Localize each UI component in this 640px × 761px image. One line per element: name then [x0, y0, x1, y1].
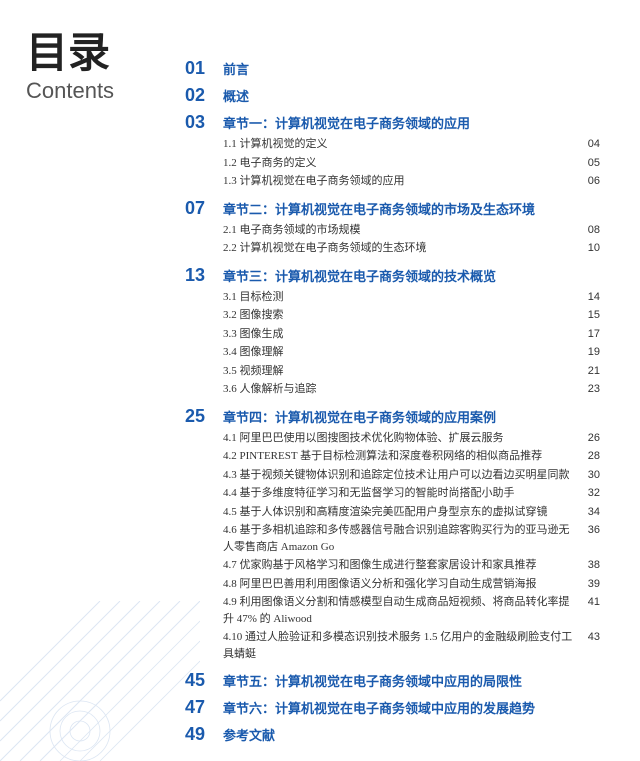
toc-section-03: 03 章节一：计算机视觉在电子商务领域的应用 1.1 计算机视觉的定义 04 1…	[185, 112, 600, 190]
toc-item-page: 08	[575, 224, 600, 236]
title-chinese: 目录	[26, 30, 146, 76]
toc-item-text: 4.10 通过人脸验证和多模态识别技术服务 1.5 亿用户的金融级刷脸支付工具蜻…	[223, 629, 575, 662]
toc-num: 25	[185, 406, 223, 427]
toc-item: 4.9 利用图像语义分割和情感模型自动生成商品短视频、将商品转化率提升 47% …	[185, 594, 600, 627]
toc-item-page: 36	[575, 524, 600, 536]
toc-title: 章节五：计算机视觉在电子商务领域中应用的局限性	[223, 671, 522, 690]
title-english: Contents	[26, 78, 146, 104]
toc-item: 1.1 计算机视觉的定义 04	[185, 136, 600, 153]
toc-item-text: 1.1 计算机视觉的定义	[223, 136, 575, 153]
toc-item-page: 17	[575, 328, 600, 340]
toc-title: 前言	[223, 59, 249, 78]
toc-section-45: 45 章节五：计算机视觉在电子商务领域中应用的局限性	[185, 670, 600, 691]
toc-item-text: 4.1 阿里巴巴使用以图搜图技术优化购物体验、扩展云服务	[223, 430, 575, 447]
toc-item: 4.4 基于多维度特征学习和无监督学习的智能时尚搭配小助手 32	[185, 485, 600, 502]
toc-item: 4.10 通过人脸验证和多模态识别技术服务 1.5 亿用户的金融级刷脸支付工具蜻…	[185, 629, 600, 662]
toc-item: 4.7 优家购基于风格学习和图像生成进行整套家居设计和家具推荐 38	[185, 557, 600, 574]
toc-item: 3.5 视频理解 21	[185, 363, 600, 380]
toc-item-text: 4.3 基于视频关键物体识别和追踪定位技术让用户可以边看边买明星同款	[223, 467, 575, 484]
toc-item-text: 2.1 电子商务领域的市场规模	[223, 222, 575, 239]
toc-section-25: 25 章节四：计算机视觉在电子商务领域的应用案例 4.1 阿里巴巴使用以图搜图技…	[185, 406, 600, 663]
toc-item-text: 1.3 计算机视觉在电子商务领域的应用	[223, 173, 575, 190]
toc-item: 4.5 基于人体识别和高精度渲染完美匹配用户身型京东的虚拟试穿镜 34	[185, 504, 600, 521]
toc-item: 3.4 图像理解 19	[185, 344, 600, 361]
toc-item-text: 4.2 PINTEREST 基于目标检测算法和深度卷积网络的相似商品推荐	[223, 448, 575, 465]
toc-item-text: 1.2 电子商务的定义	[223, 155, 575, 172]
toc-section-07: 07 章节二：计算机视觉在电子商务领域的市场及生态环境 2.1 电子商务领域的市…	[185, 198, 600, 257]
toc-item-page: 10	[575, 242, 600, 254]
toc-item: 2.2 计算机视觉在电子商务领域的生态环境 10	[185, 240, 600, 257]
toc-item-page: 38	[575, 559, 600, 571]
toc-item: 3.1 目标检测 14	[185, 289, 600, 306]
toc-item-text: 4.9 利用图像语义分割和情感模型自动生成商品短视频、将商品转化率提升 47% …	[223, 594, 575, 627]
toc-item-page: 19	[575, 346, 600, 358]
toc-item-page: 05	[575, 157, 600, 169]
toc-item-page: 15	[575, 309, 600, 321]
toc-section-13: 13 章节三：计算机视觉在电子商务领域的技术概览 3.1 目标检测 14 3.2…	[185, 265, 600, 398]
toc-content-area: 01 前言 02 概述 03 章节一：计算机视觉在电子商务领域的应用 1.1 计…	[185, 30, 600, 745]
toc-item-text: 3.4 图像理解	[223, 344, 575, 361]
toc-num: 01	[185, 58, 223, 79]
toc-item: 4.6 基于多相机追踪和多传感器信号融合识别追踪客购买行为的亚马逊无人零售商店 …	[185, 522, 600, 555]
toc-item-text: 4.4 基于多维度特征学习和无监督学习的智能时尚搭配小助手	[223, 485, 575, 502]
toc-item-text: 3.6 人像解析与追踪	[223, 381, 575, 398]
toc-item-text: 4.5 基于人体识别和高精度渲染完美匹配用户身型京东的虚拟试穿镜	[223, 504, 575, 521]
toc-title: 参考文献	[223, 725, 275, 744]
toc-chapter-title: 章节三：计算机视觉在电子商务领域的技术概览	[223, 266, 496, 285]
toc-section-47: 47 章节六：计算机视觉在电子商务领域中应用的发展趋势	[185, 697, 600, 718]
toc-item-page: 32	[575, 487, 600, 499]
toc-chapter-title: 章节一：计算机视觉在电子商务领域的应用	[223, 113, 470, 132]
toc-item: 3.3 图像生成 17	[185, 326, 600, 343]
toc-item: 3.2 图像搜索 15	[185, 307, 600, 324]
page: 目录 Contents 01 前言 02 概述 03 章节一：计算机视觉在电子商…	[0, 0, 640, 761]
toc-section-49: 49 参考文献	[185, 724, 600, 745]
toc-num: 13	[185, 265, 223, 286]
toc-chapter-title: 章节四：计算机视觉在电子商务领域的应用案例	[223, 407, 496, 426]
toc-section-01: 01 前言	[185, 58, 600, 79]
toc-item-text: 4.7 优家购基于风格学习和图像生成进行整套家居设计和家具推荐	[223, 557, 575, 574]
toc-item: 4.8 阿里巴巴善用利用图像语义分析和强化学习自动生成营销海报 39	[185, 576, 600, 593]
toc-item-text: 3.5 视频理解	[223, 363, 575, 380]
toc-item-text: 3.2 图像搜索	[223, 307, 575, 324]
title-block: 目录 Contents	[26, 30, 146, 104]
toc-num: 02	[185, 85, 223, 106]
toc-item-text: 2.2 计算机视觉在电子商务领域的生态环境	[223, 240, 575, 257]
toc-item: 1.2 电子商务的定义 05	[185, 155, 600, 172]
toc-item-page: 39	[575, 578, 600, 590]
toc-item: 2.1 电子商务领域的市场规模 08	[185, 222, 600, 239]
toc-title: 章节六：计算机视觉在电子商务领域中应用的发展趋势	[223, 698, 535, 717]
toc-chapter-title: 章节二：计算机视觉在电子商务领域的市场及生态环境	[223, 199, 535, 218]
toc-item-text: 3.1 目标检测	[223, 289, 575, 306]
toc-item-page: 06	[575, 175, 600, 187]
toc-num: 03	[185, 112, 223, 133]
toc-item: 3.6 人像解析与追踪 23	[185, 381, 600, 398]
toc-item-page: 41	[575, 596, 600, 608]
toc-item-page: 14	[575, 291, 600, 303]
toc-item-page: 30	[575, 469, 600, 481]
toc-item: 4.1 阿里巴巴使用以图搜图技术优化购物体验、扩展云服务 26	[185, 430, 600, 447]
toc-item-page: 43	[575, 631, 600, 643]
toc-num: 07	[185, 198, 223, 219]
toc-item: 1.3 计算机视觉在电子商务领域的应用 06	[185, 173, 600, 190]
toc-title: 概述	[223, 86, 249, 105]
toc-item-text: 4.8 阿里巴巴善用利用图像语义分析和强化学习自动生成营销海报	[223, 576, 575, 593]
decorative-lines	[0, 601, 200, 761]
toc-item-page: 34	[575, 506, 600, 518]
toc-item: 4.2 PINTEREST 基于目标检测算法和深度卷积网络的相似商品推荐 28	[185, 448, 600, 465]
toc-section-02: 02 概述	[185, 85, 600, 106]
toc-item: 4.3 基于视频关键物体识别和追踪定位技术让用户可以边看边买明星同款 30	[185, 467, 600, 484]
toc-item-page: 26	[575, 432, 600, 444]
toc-item-page: 23	[575, 383, 600, 395]
toc-item-text: 3.3 图像生成	[223, 326, 575, 343]
toc-item-page: 21	[575, 365, 600, 377]
toc-item-page: 04	[575, 138, 600, 150]
toc-item-page: 28	[575, 450, 600, 462]
toc-item-text: 4.6 基于多相机追踪和多传感器信号融合识别追踪客购买行为的亚马逊无人零售商店 …	[223, 522, 575, 555]
